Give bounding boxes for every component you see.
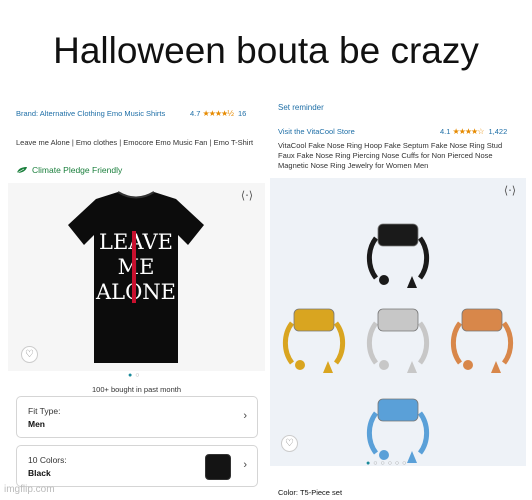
- set-reminder-link[interactable]: Set reminder: [278, 104, 324, 112]
- left-product-panel: Brand: Alternative Clothing Emo Music Sh…: [8, 104, 265, 500]
- store-link[interactable]: Visit the VitaCool Store: [278, 127, 355, 136]
- heart-icon[interactable]: ♡: [281, 435, 298, 452]
- ring-hoop: [417, 236, 430, 280]
- star-rating-icon: ★★★★½: [202, 109, 234, 118]
- fit-type-selector[interactable]: Fit Type: Men ›: [16, 396, 258, 438]
- ring-ball: [379, 275, 389, 285]
- ring-spike: [491, 361, 501, 373]
- ring-spike: [407, 361, 417, 373]
- color-value: Black: [28, 468, 51, 478]
- ring-magnet: [377, 398, 419, 422]
- climate-pledge-badge[interactable]: Climate Pledge Friendly: [16, 165, 122, 175]
- ring-hoop: [450, 321, 463, 365]
- product-title: VitaCool Fake Nose Ring Hoop Fake Septum…: [278, 141, 503, 170]
- ring-spike: [407, 276, 417, 288]
- ring-magnet: [293, 308, 335, 332]
- product-title: Leave me Alone | Emo clothes | Emocore E…: [16, 138, 254, 147]
- color-count-label: 10 Colors:: [28, 455, 67, 465]
- carousel-dots[interactable]: ●○○○○○: [366, 460, 409, 467]
- ring-hoop: [282, 321, 295, 365]
- ring-hoop: [417, 321, 430, 365]
- bought-count: 100+ bought in past month: [91, 385, 182, 394]
- color-swatch[interactable]: [205, 454, 231, 480]
- rating-value: 4.7: [190, 109, 201, 118]
- fit-type-label: Fit Type:: [28, 406, 61, 416]
- ring-magnet: [377, 223, 419, 247]
- ring-magnet: [377, 308, 419, 332]
- ring-hoop: [501, 321, 514, 365]
- color-selector[interactable]: 10 Colors: Black ›: [16, 445, 258, 487]
- ring-magnet: [461, 308, 503, 332]
- ring-ball: [379, 450, 389, 460]
- right-product-panel: Set reminder Visit the VitaCool Store 4.…: [270, 104, 526, 500]
- ring-hoop: [417, 411, 430, 455]
- climate-label: Climate Pledge Friendly: [32, 165, 123, 175]
- carousel-dots[interactable]: ●○: [128, 372, 142, 379]
- color-option-label: Color: T5-Piece set: [278, 488, 343, 497]
- product-image-carousel[interactable]: ⟨⋅⟩ ♡: [270, 178, 526, 466]
- ring-hoop: [366, 411, 379, 455]
- nose-ring-image: [282, 223, 514, 463]
- review-count: 16: [237, 109, 247, 118]
- tshirt-image: LEAVE ME ALONE: [68, 191, 204, 363]
- review-count: 1,422: [488, 127, 508, 136]
- fit-type-value: Men: [28, 419, 45, 429]
- leaf-icon: [16, 167, 27, 174]
- chevron-right-icon: ›: [243, 459, 247, 471]
- ring-ball: [463, 360, 473, 370]
- brand-link[interactable]: Brand: Alternative Clothing Emo Music Sh…: [16, 109, 181, 119]
- meme-caption: Halloween bouta be crazy: [53, 30, 479, 71]
- imgflip-watermark: imgflip.com: [4, 484, 55, 495]
- ring-hoop: [366, 321, 379, 365]
- star-rating-icon: ★★★★☆: [452, 127, 485, 136]
- heart-icon[interactable]: ♡: [21, 346, 38, 363]
- ring-hoop: [333, 321, 346, 365]
- chevron-right-icon: ›: [243, 410, 247, 422]
- rating-summary[interactable]: 4.7 ★★★★½ 16: [190, 109, 246, 118]
- ring-hoop: [366, 236, 379, 280]
- rating-summary[interactable]: 4.1 ★★★★☆ 1,422: [440, 127, 507, 136]
- ring-spike: [323, 361, 333, 373]
- product-image-carousel[interactable]: ⟨⋅⟩ LEAVE ME ALONE ♡: [8, 183, 265, 371]
- rating-value: 4.1: [440, 127, 451, 136]
- ring-ball: [295, 360, 305, 370]
- ring-ball: [379, 360, 389, 370]
